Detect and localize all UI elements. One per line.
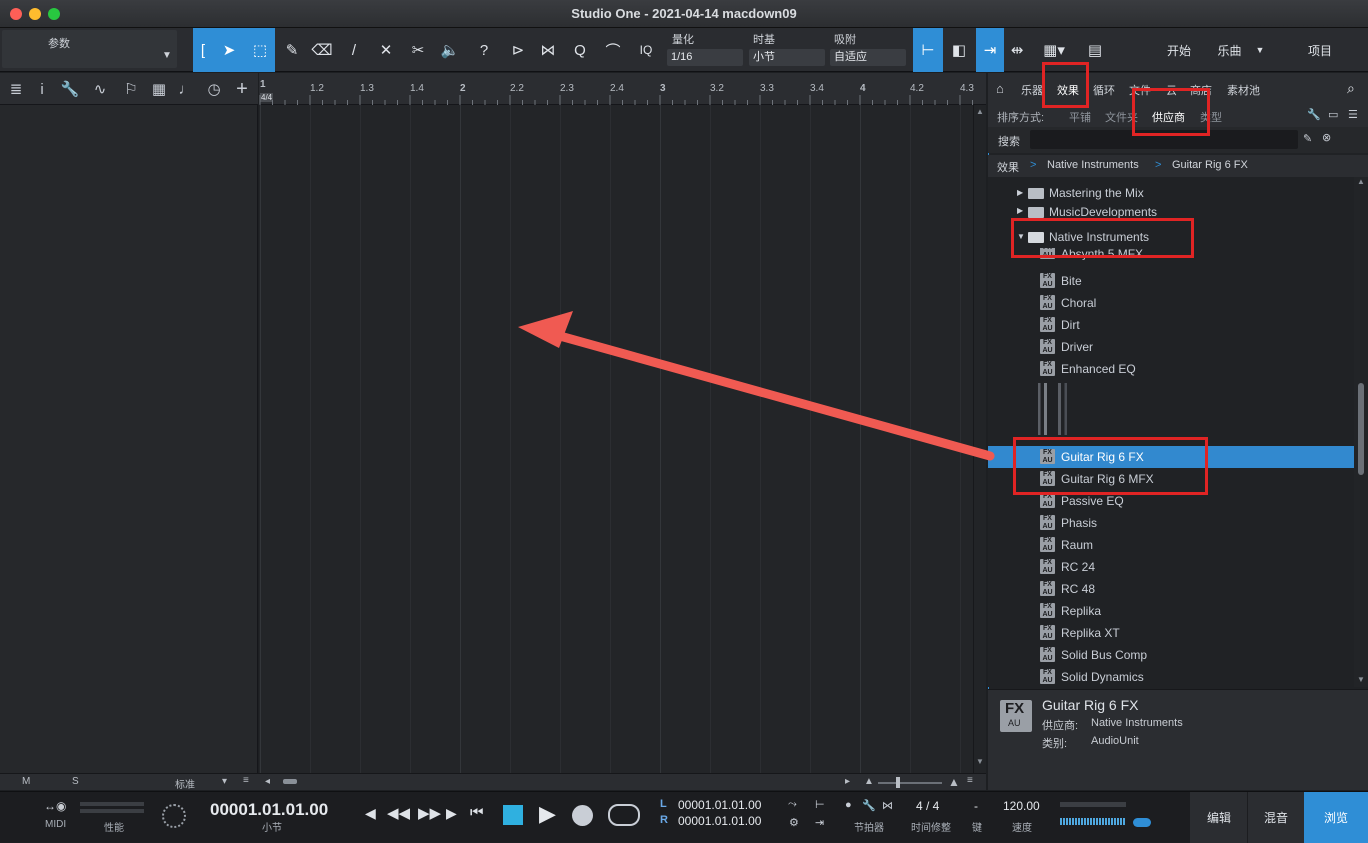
arrow-shaft [555,331,995,461]
drag-arrow-annotation [518,311,995,461]
arrow-head [518,311,573,348]
